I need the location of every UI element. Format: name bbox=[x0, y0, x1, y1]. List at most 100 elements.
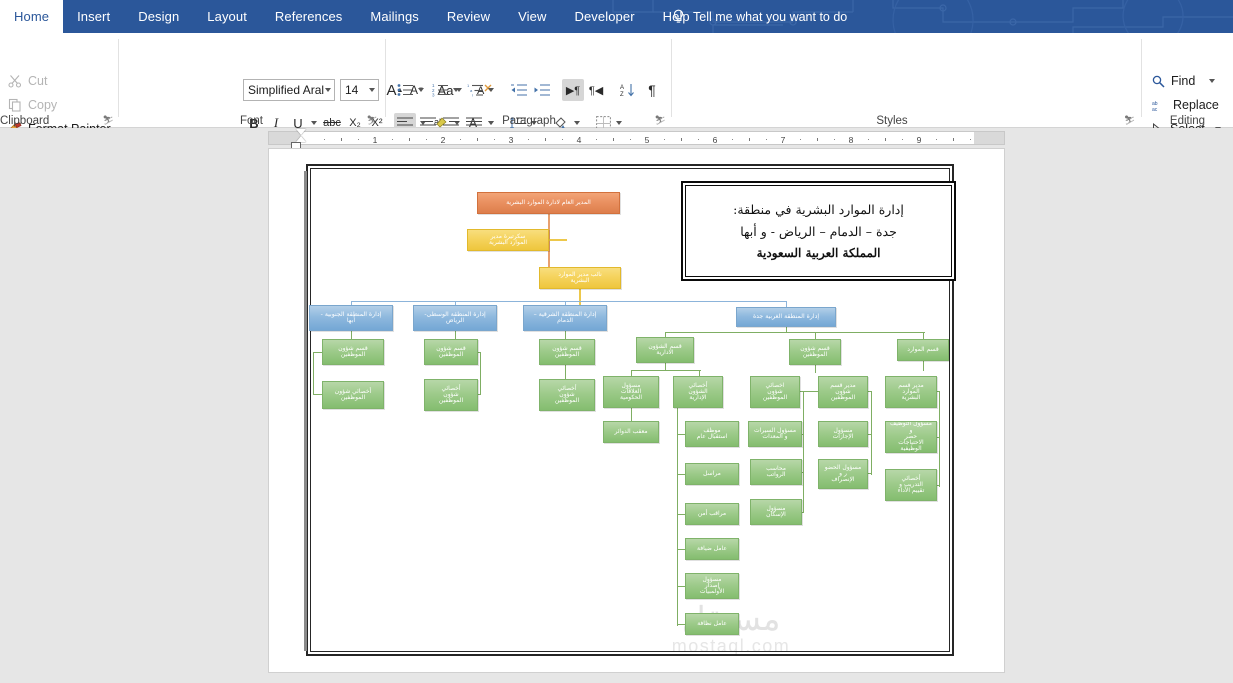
org-node-g4[interactable]: أخصائي شؤون الموظفين bbox=[424, 379, 478, 411]
org-chart[interactable]: المدير العام لادارة الموارد البشرية سكرتي… bbox=[269, 149, 1006, 674]
org-node-g8[interactable]: مسؤول العلاقات الحكومية bbox=[603, 376, 659, 408]
org-node-h3[interactable]: مسؤول السيرات و المعدات bbox=[748, 421, 802, 447]
multilevel-list-icon: 1 a i bbox=[467, 83, 483, 97]
org-node-n4[interactable]: إدارة المنطقة الغربية جدة bbox=[736, 307, 836, 327]
clipboard-dialog-launcher[interactable]: ⛷ bbox=[103, 115, 114, 126]
bullets-dropdown[interactable] bbox=[416, 79, 426, 101]
tab-review[interactable]: Review bbox=[433, 0, 504, 33]
org-node-h2[interactable]: اخصائي شؤون الموظفين bbox=[750, 376, 800, 408]
org-node-g11[interactable]: موظف استقبال عام bbox=[685, 421, 739, 447]
multilevel-list-dropdown[interactable] bbox=[486, 79, 496, 101]
connector-stem bbox=[677, 408, 679, 626]
ruler-track[interactable]: 1 2 3 4 5 6 7 8 9 bbox=[268, 131, 1005, 145]
org-node-g13[interactable]: مراقب أمن bbox=[685, 503, 739, 525]
tab-insert[interactable]: Insert bbox=[63, 0, 124, 33]
first-line-indent-marker[interactable] bbox=[296, 129, 306, 135]
ruler-tick-6: 6 bbox=[712, 135, 718, 145]
org-node-n1[interactable]: المدير العام لادارة الموارد البشرية bbox=[477, 192, 620, 214]
tab-design[interactable]: Design bbox=[124, 0, 193, 33]
org-node-g3[interactable]: قسم شؤون الموظفين bbox=[424, 339, 478, 365]
chevron-down-icon bbox=[369, 88, 375, 92]
increase-indent-button[interactable] bbox=[530, 79, 552, 101]
replace-label: Replace bbox=[1173, 98, 1219, 112]
replace-button[interactable]: ab ac Replace bbox=[1152, 98, 1219, 112]
paragraph-dialog-launcher[interactable]: ⛷ bbox=[655, 115, 666, 126]
find-button[interactable]: Find bbox=[1152, 74, 1216, 88]
document-page[interactable]: مستقل mostaql.com إدارة الموارد البشرية … bbox=[268, 148, 1005, 673]
org-node-h1[interactable]: قسم شؤون الموظفين bbox=[789, 339, 841, 365]
org-node-g10[interactable]: أخصائي الشؤون الإدارية bbox=[673, 376, 723, 408]
org-node-g9[interactable]: معقب الدوائر bbox=[603, 421, 659, 443]
font-size-combo[interactable]: 14 bbox=[340, 79, 379, 101]
lightbulb-icon bbox=[673, 9, 684, 23]
ruler-tick-5: 5 bbox=[644, 135, 650, 145]
ribbon: Cut Copy Format Painter Clipboard ⛷ Simp… bbox=[0, 33, 1233, 136]
tab-mailings[interactable]: Mailings bbox=[356, 0, 432, 33]
copy-icon bbox=[8, 98, 21, 112]
org-node-n5[interactable]: إدارة المنطقة الشرقية – الدمام bbox=[523, 305, 607, 331]
left-to-right-button[interactable]: ¶◀ bbox=[585, 79, 607, 101]
document-workspace[interactable]: مستقل mostaql.com إدارة الموارد البشرية … bbox=[0, 148, 1233, 683]
org-node-n7[interactable]: إدارة المنطقة الجنوبية - أبها bbox=[309, 305, 393, 331]
tab-view[interactable]: View bbox=[504, 0, 560, 33]
org-node-g1[interactable]: قسم شؤون الموظفين bbox=[322, 339, 384, 365]
org-node-n6[interactable]: إدارة المنطقة الوسطى- الرياض bbox=[413, 305, 497, 331]
org-node-g7[interactable]: قسم الشؤون الادارية bbox=[636, 337, 694, 363]
bullets-button[interactable] bbox=[394, 79, 416, 101]
title-bar: Home Insert Design Layout References Mai… bbox=[0, 0, 1233, 33]
sort-button[interactable]: A Z bbox=[616, 79, 638, 101]
decrease-indent-button[interactable] bbox=[507, 79, 529, 101]
org-node-g14[interactable]: عامل ضيافة bbox=[685, 538, 739, 560]
org-node-k4[interactable]: أخصائي التدريب و تقييم الأداء bbox=[885, 469, 937, 501]
connector bbox=[480, 352, 482, 395]
chevron-down-icon bbox=[325, 88, 331, 92]
ruler-tick-9: 9 bbox=[916, 135, 922, 145]
org-node-g2[interactable]: أخصائي شؤون الموظفين bbox=[322, 381, 384, 409]
numbering-icon: 1 2 3 bbox=[432, 83, 448, 97]
connector-stem bbox=[939, 391, 941, 487]
org-node-h8[interactable]: مسؤول الحضو ر و الإنصراف bbox=[818, 459, 868, 489]
tell-me-box[interactable]: Tell me what you want to do bbox=[672, 0, 847, 33]
show-formatting-marks-button[interactable]: ¶ bbox=[641, 79, 663, 101]
org-node-h4[interactable]: محاسب الرواتب bbox=[750, 459, 802, 485]
connector bbox=[313, 352, 315, 395]
styles-dialog-launcher[interactable]: ⛷ bbox=[1124, 115, 1135, 126]
org-node-g16[interactable]: عامل نظافة bbox=[685, 613, 739, 635]
org-node-n3[interactable]: نائب مدير الموارد البشرية bbox=[539, 267, 621, 289]
clipboard-group-label: Clipboard bbox=[0, 115, 50, 127]
org-node-g15[interactable]: مسؤول إصدار الأولمبيات bbox=[685, 573, 739, 599]
ribbon-tabs[interactable]: Home Insert Design Layout References Mai… bbox=[0, 0, 704, 33]
org-node-g5[interactable]: قسم شؤون الموظفين bbox=[539, 339, 595, 365]
copy-button[interactable]: Copy bbox=[8, 98, 57, 112]
tab-references[interactable]: References bbox=[261, 0, 356, 33]
right-to-left-button[interactable]: ▶¶ bbox=[562, 79, 584, 101]
tab-home[interactable]: Home bbox=[0, 0, 64, 33]
tab-layout[interactable]: Layout bbox=[193, 0, 261, 33]
org-node-g6[interactable]: أخصائي شؤون الموظفين bbox=[539, 379, 595, 411]
sort-icon: A Z bbox=[620, 83, 634, 98]
numbering-button[interactable]: 1 2 3 bbox=[429, 79, 451, 101]
horizontal-ruler[interactable]: 1 2 3 4 5 6 7 8 9 bbox=[0, 128, 1233, 149]
org-node-h6[interactable]: مدير قسم شؤون الموظفين bbox=[818, 376, 868, 408]
org-node-k1[interactable]: قسم الموارد bbox=[897, 339, 949, 361]
org-node-n2[interactable]: سكرتيرة مدير الموارد البشرية bbox=[467, 229, 549, 251]
multilevel-list-button[interactable]: 1 a i bbox=[464, 79, 486, 101]
font-name-value: Simplified Aral bbox=[248, 83, 325, 97]
org-node-g12[interactable]: مراسل bbox=[685, 463, 739, 485]
org-node-k2[interactable]: مدير قسم الموارد البشرية bbox=[885, 376, 937, 408]
numbering-dropdown[interactable] bbox=[451, 79, 461, 101]
bullets-icon bbox=[397, 84, 413, 96]
connector bbox=[631, 408, 633, 422]
cut-button[interactable]: Cut bbox=[8, 74, 47, 88]
copy-label: Copy bbox=[28, 98, 58, 112]
org-node-k3[interactable]: مسؤول التوظيف و حصر الاحتياجات الوظيفية bbox=[885, 421, 937, 453]
org-node-h7[interactable]: مسؤول الإجازات bbox=[818, 421, 868, 447]
tab-developer[interactable]: Developer bbox=[560, 0, 648, 33]
org-node-h5[interactable]: مسؤول الإسكان bbox=[750, 499, 802, 525]
svg-text:i: i bbox=[472, 93, 473, 98]
group-styles: AaBbCc ¶ Normal AaBbCc ¶ No Spac... AaBb… bbox=[672, 33, 1140, 128]
connector bbox=[815, 365, 817, 373]
font-dialog-launcher[interactable]: ⛷ bbox=[367, 115, 378, 126]
connector bbox=[923, 361, 925, 371]
font-name-combo[interactable]: Simplified Aral bbox=[243, 79, 335, 101]
